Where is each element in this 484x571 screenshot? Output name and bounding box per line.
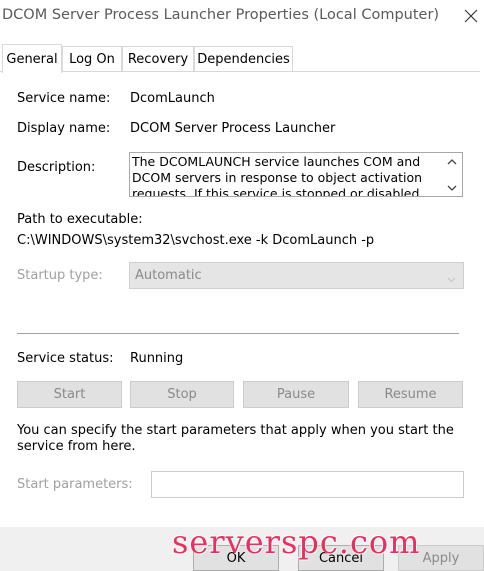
- tab-dependencies[interactable]: Dependencies: [194, 46, 293, 72]
- path-label: Path to executable:: [17, 212, 143, 227]
- close-icon: [464, 9, 478, 23]
- close-button[interactable]: [460, 4, 482, 28]
- tab-recovery[interactable]: Recovery: [122, 46, 194, 72]
- watermark: serverspc.com: [172, 523, 421, 561]
- chevron-up-icon[interactable]: [447, 157, 457, 165]
- tab-log-on[interactable]: Log On: [62, 46, 122, 72]
- display-name-value: DCOM Server Process Launcher: [130, 121, 336, 136]
- startup-type-label: Startup type:: [17, 268, 103, 283]
- divider: [17, 333, 459, 334]
- service-name-label: Service name:: [17, 91, 111, 106]
- stop-button[interactable]: Stop: [130, 381, 234, 408]
- description-text: The DCOMLAUNCH service launches COM and …: [132, 154, 423, 197]
- start-parameters-label: Start parameters:: [17, 477, 133, 492]
- tab-panel-border: [0, 71, 480, 72]
- pause-button[interactable]: Pause: [243, 381, 349, 408]
- start-parameters-input[interactable]: [151, 471, 464, 498]
- description-box[interactable]: The DCOMLAUNCH service launches COM and …: [129, 152, 463, 197]
- start-parameters-note: You can specify the start parameters tha…: [17, 423, 454, 454]
- startup-type-value: Automatic: [135, 268, 202, 283]
- resume-button[interactable]: Resume: [358, 381, 463, 408]
- title-bar: DCOM Server Process Launcher Properties …: [0, 0, 484, 34]
- window-title: DCOM Server Process Launcher Properties …: [2, 7, 440, 23]
- path-value: C:\WINDOWS\system32\svchost.exe -k DcomL…: [17, 233, 375, 248]
- tab-strip: General Log On Recovery Dependencies: [0, 44, 484, 73]
- service-status-label: Service status:: [17, 351, 114, 366]
- service-name-value: DcomLaunch: [130, 91, 215, 106]
- tab-general[interactable]: General: [2, 44, 62, 73]
- start-button[interactable]: Start: [17, 381, 122, 408]
- chevron-down-icon[interactable]: [447, 184, 457, 192]
- description-label: Description:: [17, 160, 96, 175]
- chevron-down-icon: [447, 272, 456, 287]
- service-status-value: Running: [130, 351, 184, 366]
- display-name-label: Display name:: [17, 121, 111, 136]
- description-scrollbar[interactable]: [442, 153, 462, 196]
- startup-type-select[interactable]: Automatic: [129, 262, 464, 289]
